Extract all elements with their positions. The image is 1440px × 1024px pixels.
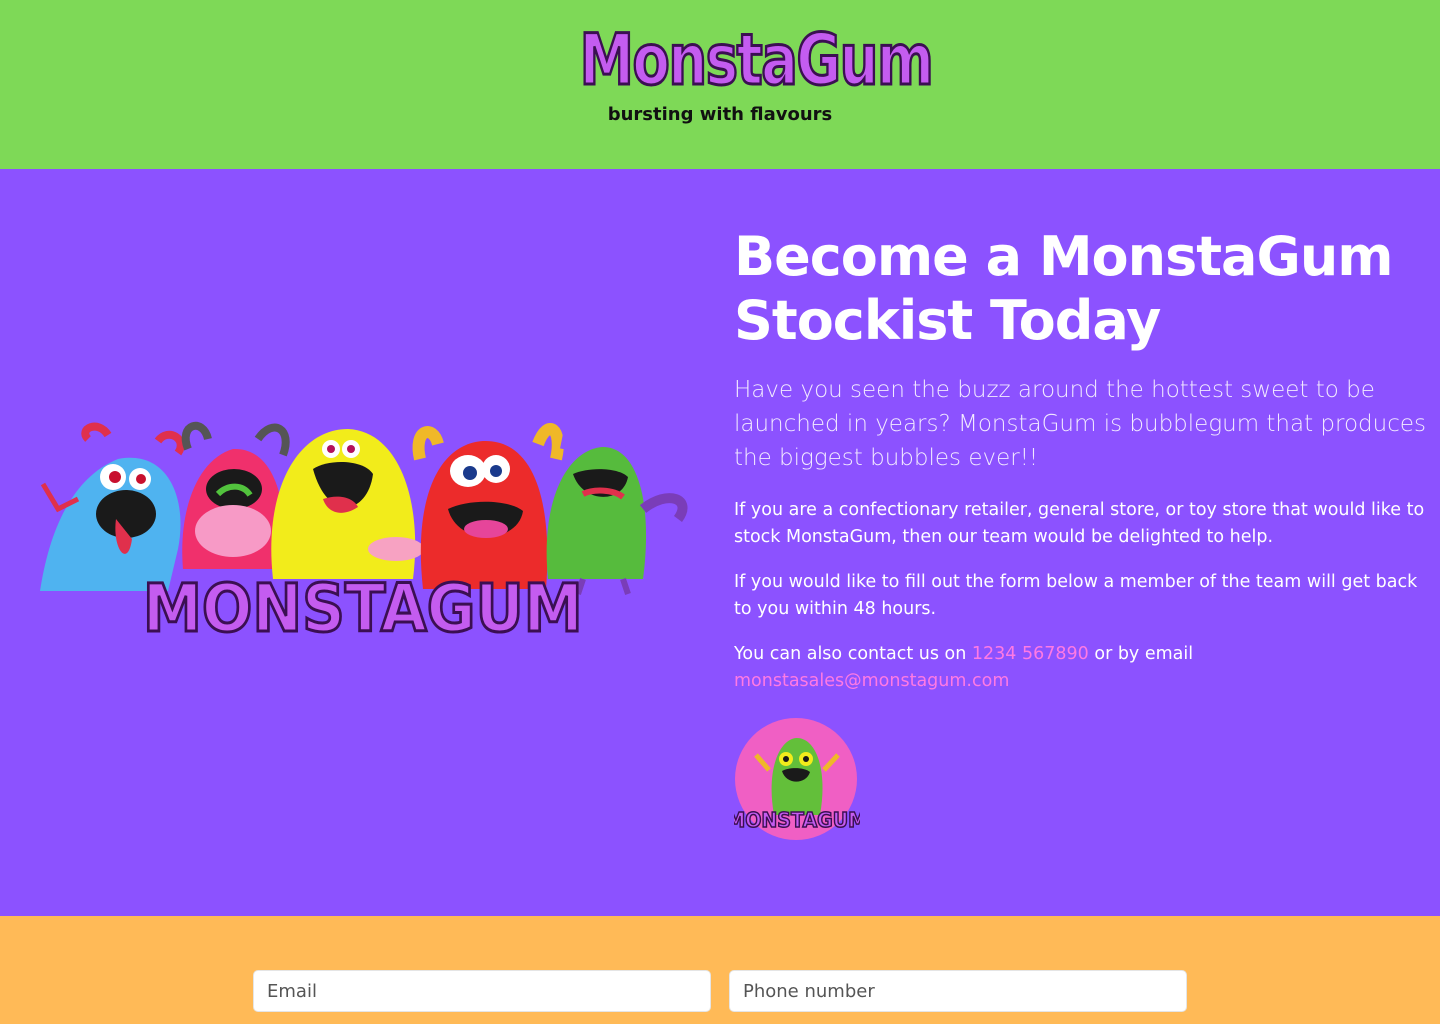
monstagum-image-logo: MONSTAGUM	[143, 570, 583, 647]
green-monster-icon	[546, 419, 688, 595]
monster-badge-icon: MONSTAGUM	[734, 718, 860, 840]
contact-middle: or by email	[1088, 644, 1194, 664]
stockist-copy: Become a MonstaGum Stockist Today Have y…	[734, 225, 1430, 695]
site-header: MonstaGum bursting with flavours	[0, 0, 1440, 169]
retailer-paragraph: If you are a confectionary retailer, gen…	[734, 500, 1425, 547]
contact-paragraph: You can also contact us on 1234 567890 o…	[734, 641, 1430, 695]
email-field[interactable]	[253, 970, 711, 1012]
red-monster-icon	[412, 423, 564, 589]
hero-section: MONSTAGUM Become a MonstaGum Stockist To…	[0, 169, 1440, 916]
contact-prefix: You can also contact us on	[734, 644, 972, 664]
yellow-monster-icon	[271, 429, 424, 579]
brand-tagline: bursting with flavours	[607, 104, 833, 125]
lead-paragraph: Have you seen the buzz around the hottes…	[734, 377, 1427, 471]
svg-text:MONSTAGUM: MONSTAGUM	[734, 809, 860, 833]
phone-link[interactable]: 1234 567890	[972, 644, 1089, 664]
page-title: Become a MonstaGum Stockist Today	[734, 225, 1394, 352]
form-paragraph: If you would like to fill out the form b…	[734, 572, 1418, 619]
monsters-illustration: MONSTAGUM	[40, 419, 688, 648]
blue-monster-icon	[40, 422, 185, 591]
brand-logo[interactable]: MonstaGum	[578, 14, 935, 106]
pink-monster-icon	[181, 421, 290, 569]
stockist-form	[0, 916, 1440, 1024]
phone-number-field[interactable]	[729, 970, 1187, 1012]
email-link[interactable]: monstasales@monstagum.com	[734, 671, 1009, 691]
